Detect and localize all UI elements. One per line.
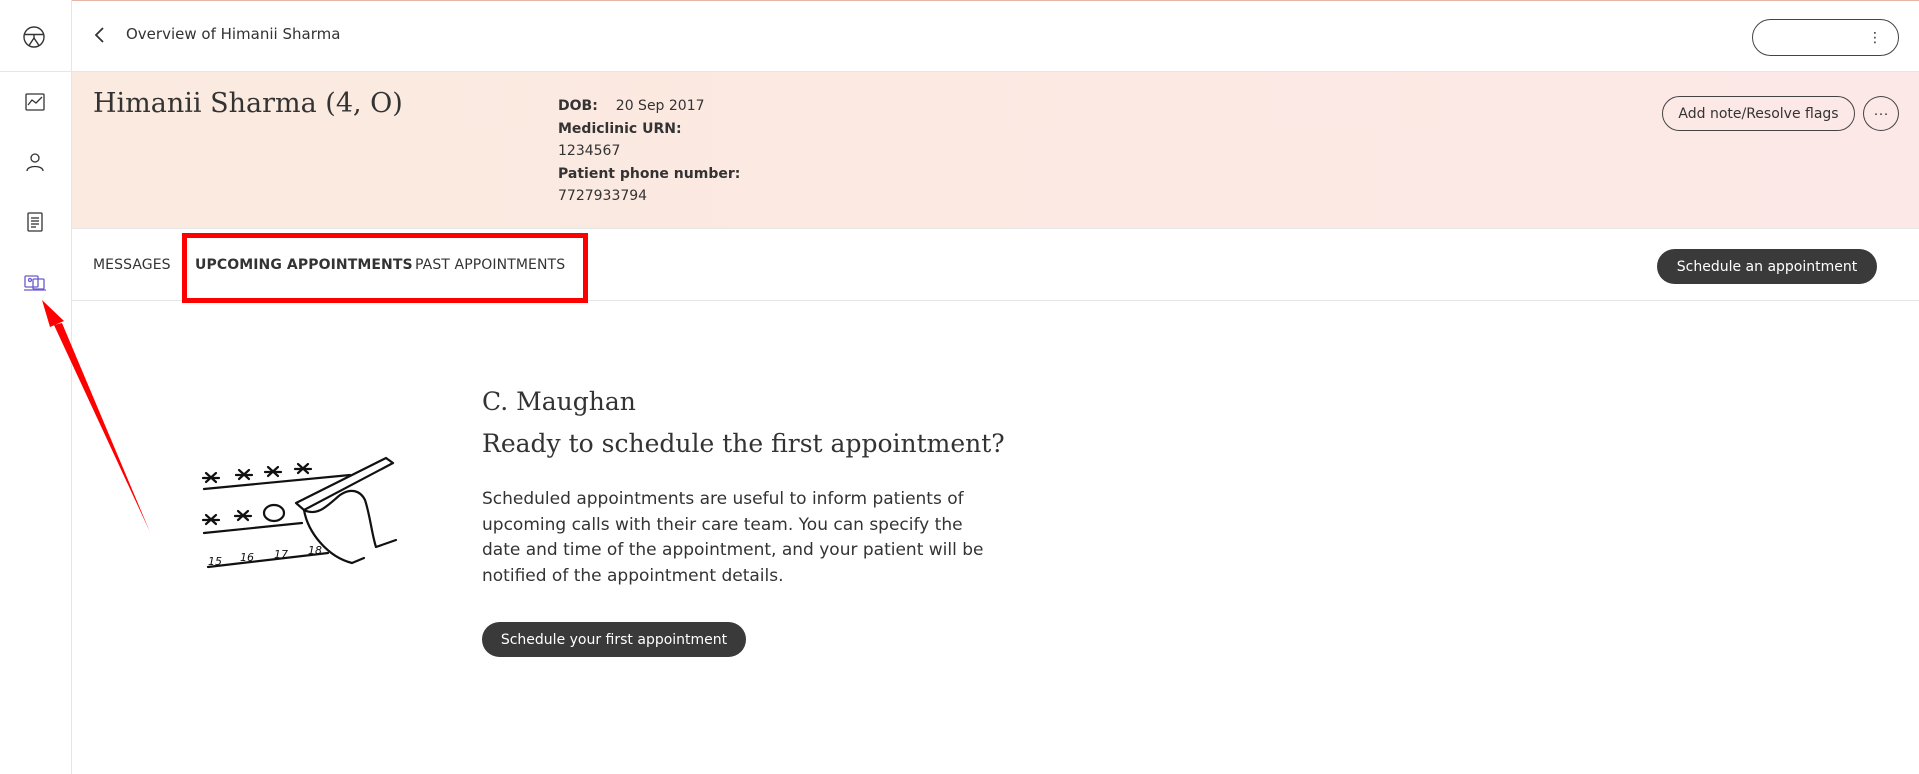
patient-details: DOB: 20 Sep 2017 Mediclinic URN: 1234567 … bbox=[558, 95, 740, 208]
dob-value: 20 Sep 2017 bbox=[615, 98, 705, 114]
rail-divider bbox=[0, 71, 72, 72]
empty-state-description: Scheduled appointments are useful to inf… bbox=[482, 489, 984, 586]
illustration-number-18: 18 bbox=[308, 544, 322, 557]
document-icon[interactable] bbox=[23, 210, 47, 234]
user-menu-button[interactable]: ⋮ bbox=[1752, 19, 1899, 56]
illustration-number-15: 15 bbox=[208, 555, 222, 568]
kebab-menu-icon: ⋮ bbox=[1868, 30, 1882, 46]
chart-icon[interactable] bbox=[23, 90, 47, 114]
page-title: Overview of Himanii Sharma bbox=[126, 25, 341, 43]
appointments-icon[interactable] bbox=[23, 271, 47, 295]
urn-value: 1234567 bbox=[558, 143, 621, 159]
add-note-button[interactable]: Add note/Resolve flags bbox=[1662, 96, 1855, 131]
dob-label: DOB: bbox=[558, 98, 598, 114]
patient-header: Himanii Sharma (4, O) DOB: 20 Sep 2017 Me… bbox=[72, 72, 1919, 229]
logo-icon[interactable] bbox=[22, 25, 46, 49]
tab-messages[interactable]: MESSAGES bbox=[93, 257, 171, 273]
urn-label: Mediclinic URN: bbox=[558, 120, 682, 137]
top-bar: Overview of Himanii Sharma ⋮ bbox=[72, 1, 1919, 72]
calendar-hand-illustration: 15 16 17 18 bbox=[201, 456, 398, 569]
left-rail bbox=[0, 0, 72, 774]
patient-name: Himanii Sharma (4, O) bbox=[93, 88, 403, 119]
schedule-appointment-button[interactable]: Schedule an appointment bbox=[1657, 249, 1877, 284]
schedule-first-appointment-button[interactable]: Schedule your first appointment bbox=[482, 622, 746, 657]
phone-label: Patient phone number: bbox=[558, 165, 741, 182]
back-arrow-icon[interactable] bbox=[90, 24, 110, 46]
person-icon[interactable] bbox=[23, 150, 47, 174]
tab-highlight-annotation bbox=[182, 233, 588, 303]
illustration-number-16: 16 bbox=[240, 551, 254, 564]
phone-value: 7727933794 bbox=[558, 188, 648, 204]
more-options-button[interactable]: ··· bbox=[1863, 96, 1899, 131]
clinician-name: C. Maughan bbox=[482, 387, 636, 416]
illustration-number-17: 17 bbox=[274, 548, 288, 561]
empty-state-title: Ready to schedule the first appointment? bbox=[482, 429, 1005, 458]
